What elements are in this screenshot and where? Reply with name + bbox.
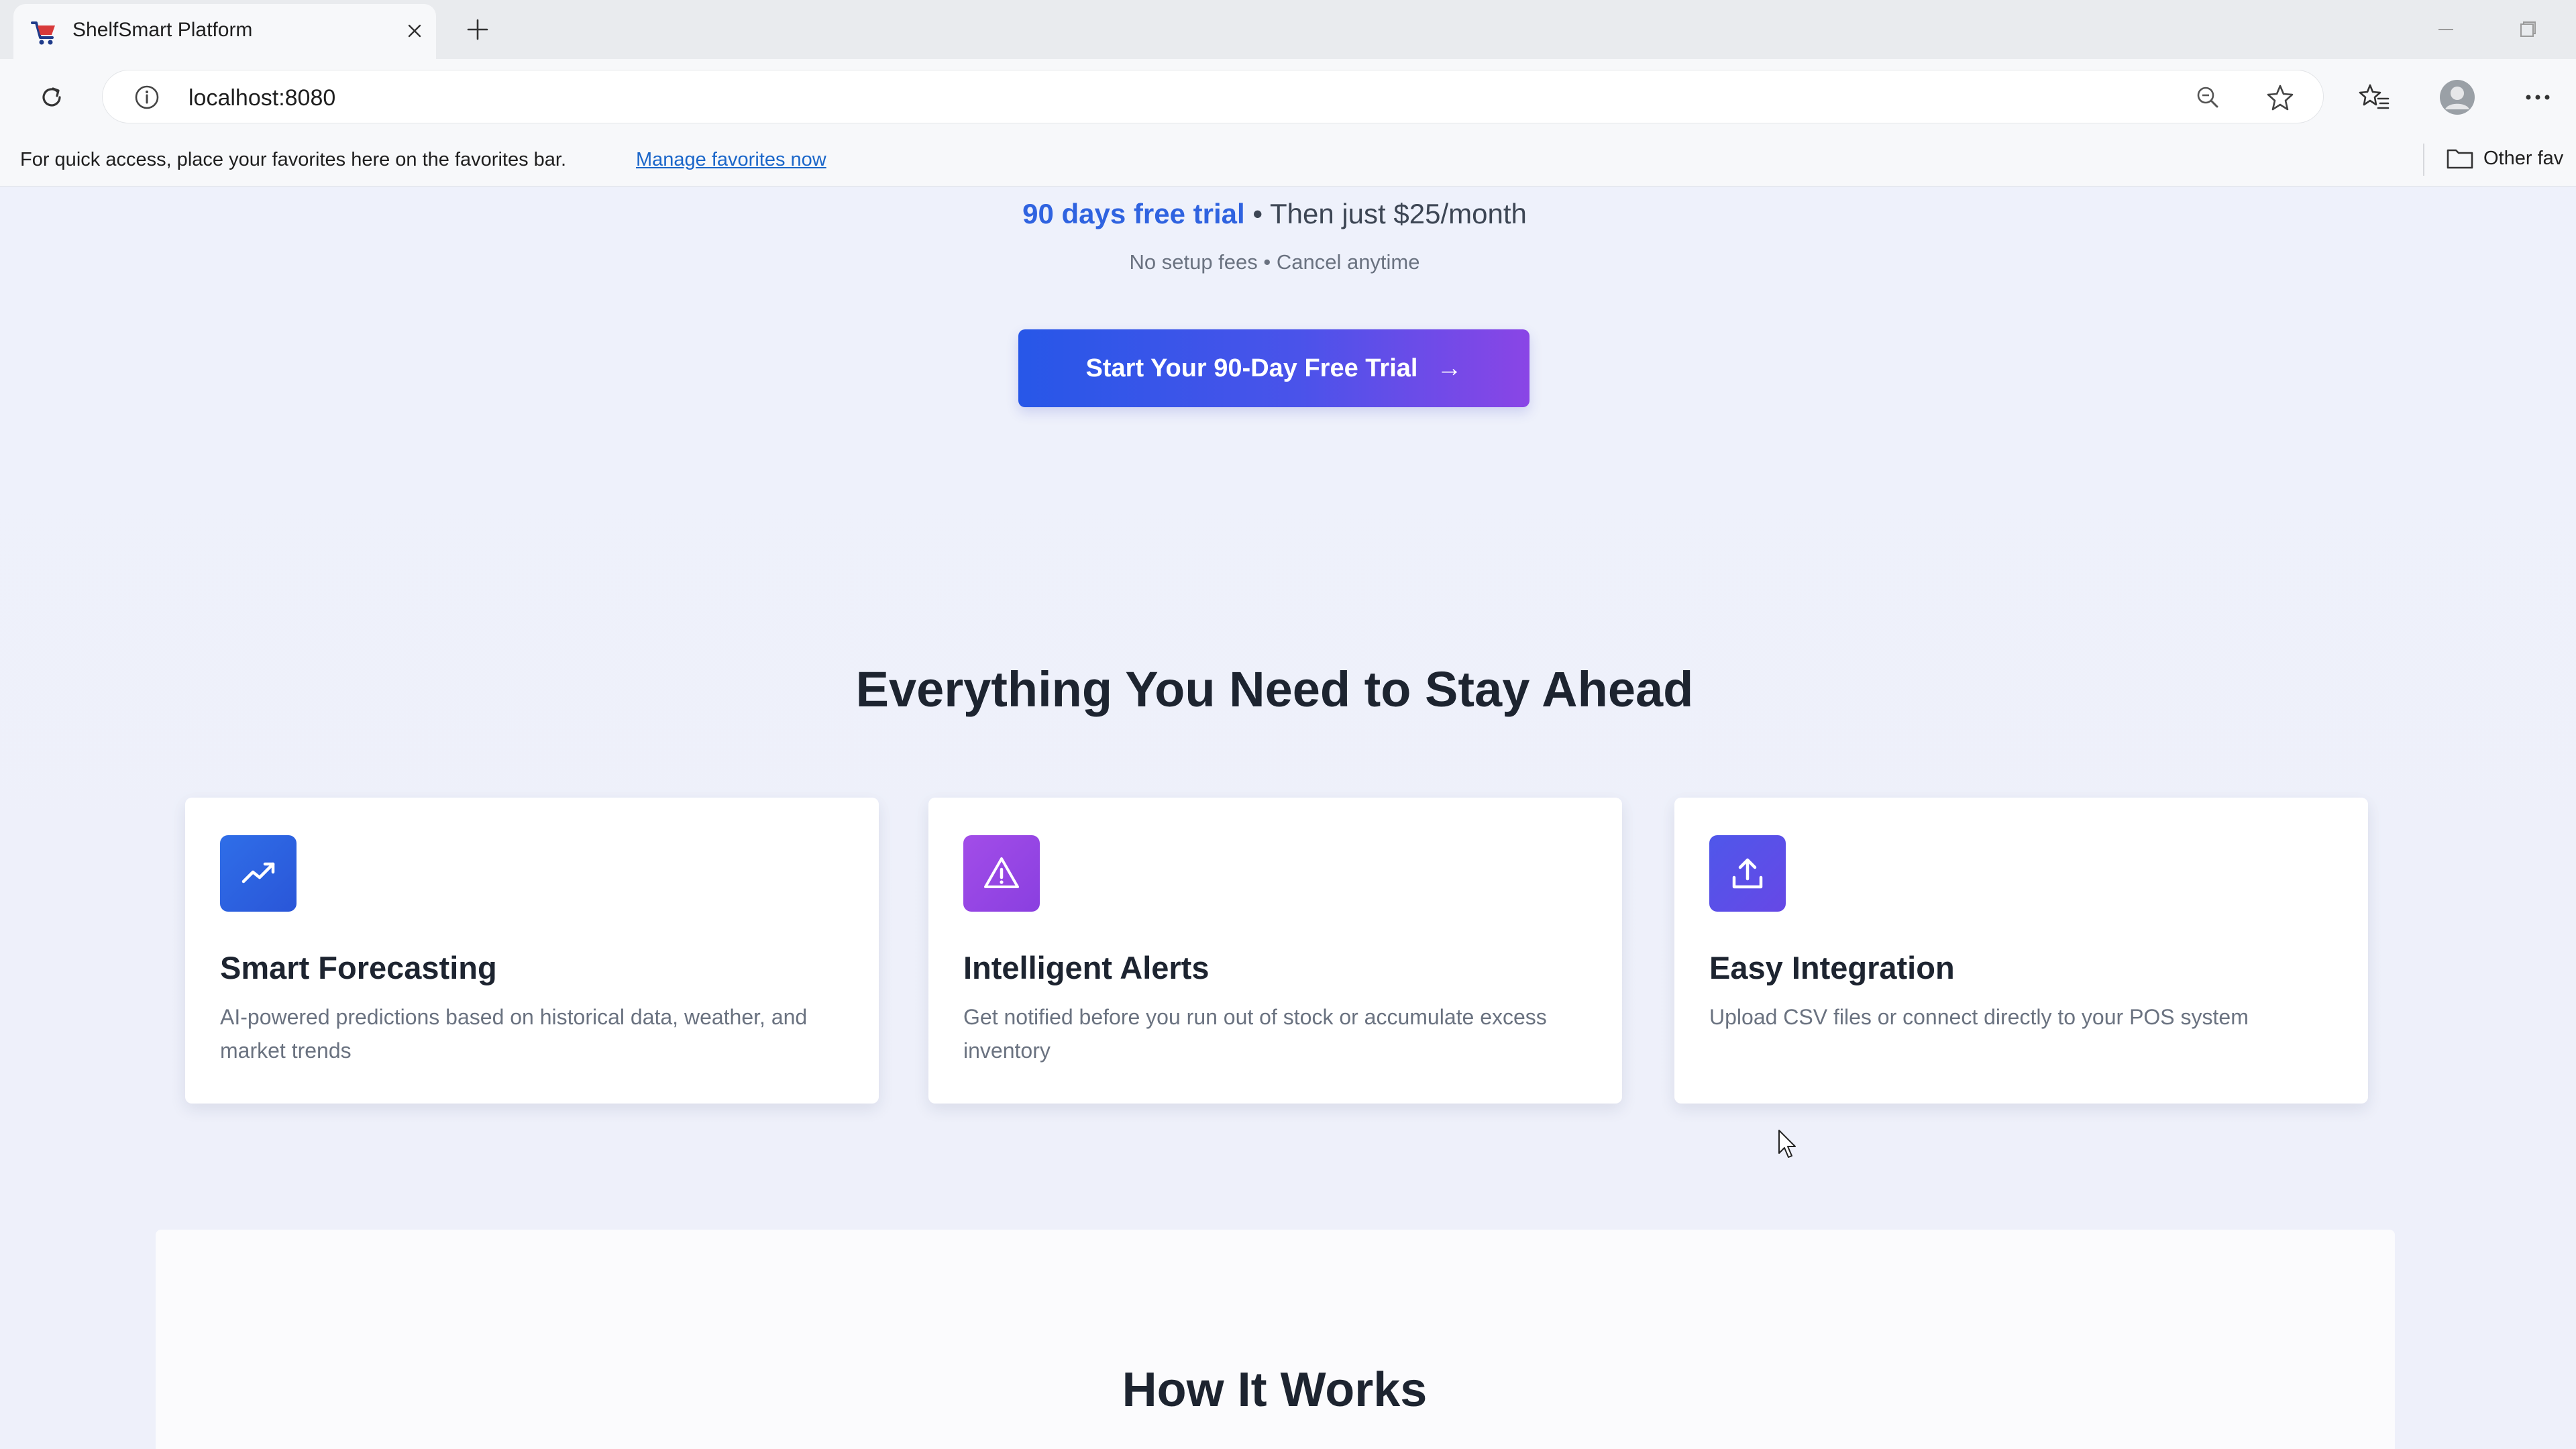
trial-offer-price: • Then just $25/month: [1244, 198, 1527, 229]
shelfsmart-favicon-icon: [28, 17, 59, 48]
feature-title: Intelligent Alerts: [963, 950, 1210, 985]
how-it-works-heading: How It Works: [1122, 1363, 1428, 1417]
favorites-bar-hint: For quick access, place your favorites h…: [20, 149, 567, 170]
other-favorites-label: Other fav: [2483, 147, 2564, 169]
feature-description: Get notified before you run out of stock…: [963, 1005, 1547, 1063]
feature-title: Smart Forecasting: [220, 950, 497, 985]
feature-card-smart-forecasting: Smart Forecasting AI-powered predictions…: [185, 798, 879, 1104]
site-info-icon[interactable]: [132, 83, 162, 112]
favorites-bar: For quick access, place your favorites h…: [0, 133, 2576, 186]
restore-icon[interactable]: [2513, 16, 2542, 43]
favorites-divider: [2423, 144, 2424, 176]
manage-favorites-link[interactable]: Manage favorites now: [636, 149, 826, 171]
trending-up-icon: [220, 835, 297, 912]
upload-icon: [1709, 835, 1786, 912]
url-text: localhost:8080: [189, 85, 336, 111]
favorites-icon[interactable]: [2356, 79, 2392, 115]
new-tab-icon[interactable]: [463, 15, 492, 44]
browser-toolbar: localhost:8080: [0, 59, 2576, 133]
trial-offer-highlight: 90 days free trial: [1022, 198, 1245, 229]
start-free-trial-button[interactable]: Start Your 90-Day Free Trial →: [1018, 329, 1529, 407]
other-favorites-folder[interactable]: Other fav: [2446, 146, 2563, 170]
warning-triangle-icon: [963, 835, 1040, 912]
feature-card-easy-integration: Easy Integration Upload CSV files or con…: [1674, 798, 2368, 1104]
arrow-right-icon: →: [1436, 354, 1462, 382]
feature-description: Upload CSV files or connect directly to …: [1709, 1005, 2249, 1029]
profile-avatar-icon[interactable]: [2439, 79, 2475, 115]
add-favorite-star-icon[interactable]: [2264, 81, 2296, 113]
reload-icon[interactable]: [35, 80, 68, 114]
folder-icon: [2447, 149, 2473, 169]
start-free-trial-label: Start Your 90-Day Free Trial: [1085, 354, 1418, 382]
zoom-out-icon[interactable]: [2193, 83, 2222, 112]
mouse-cursor-icon: [1778, 1129, 1798, 1160]
trial-offer-line: 90 days free trial • Then just $25/month: [0, 198, 2549, 230]
address-bar[interactable]: localhost:8080: [102, 70, 2324, 123]
tab-title: ShelfSmart Platform: [72, 19, 253, 41]
features-heading: Everything You Need to Stay Ahead: [855, 661, 1694, 717]
minimize-icon[interactable]: [2431, 16, 2461, 43]
close-tab-icon[interactable]: [401, 17, 428, 44]
feature-card-intelligent-alerts: Intelligent Alerts Get notified before y…: [928, 798, 1622, 1104]
trial-offer-subtext: No setup fees • Cancel anytime: [1129, 250, 1420, 274]
browser-tab[interactable]: ShelfSmart Platform: [13, 4, 436, 59]
browser-tab-bar: ShelfSmart Platform: [0, 0, 2576, 59]
more-options-icon[interactable]: [2520, 79, 2556, 115]
feature-title: Easy Integration: [1709, 950, 1955, 985]
page-content: 90 days free trial • Then just $25/month…: [0, 187, 2576, 1449]
feature-description: AI-powered predictions based on historic…: [220, 1005, 808, 1063]
